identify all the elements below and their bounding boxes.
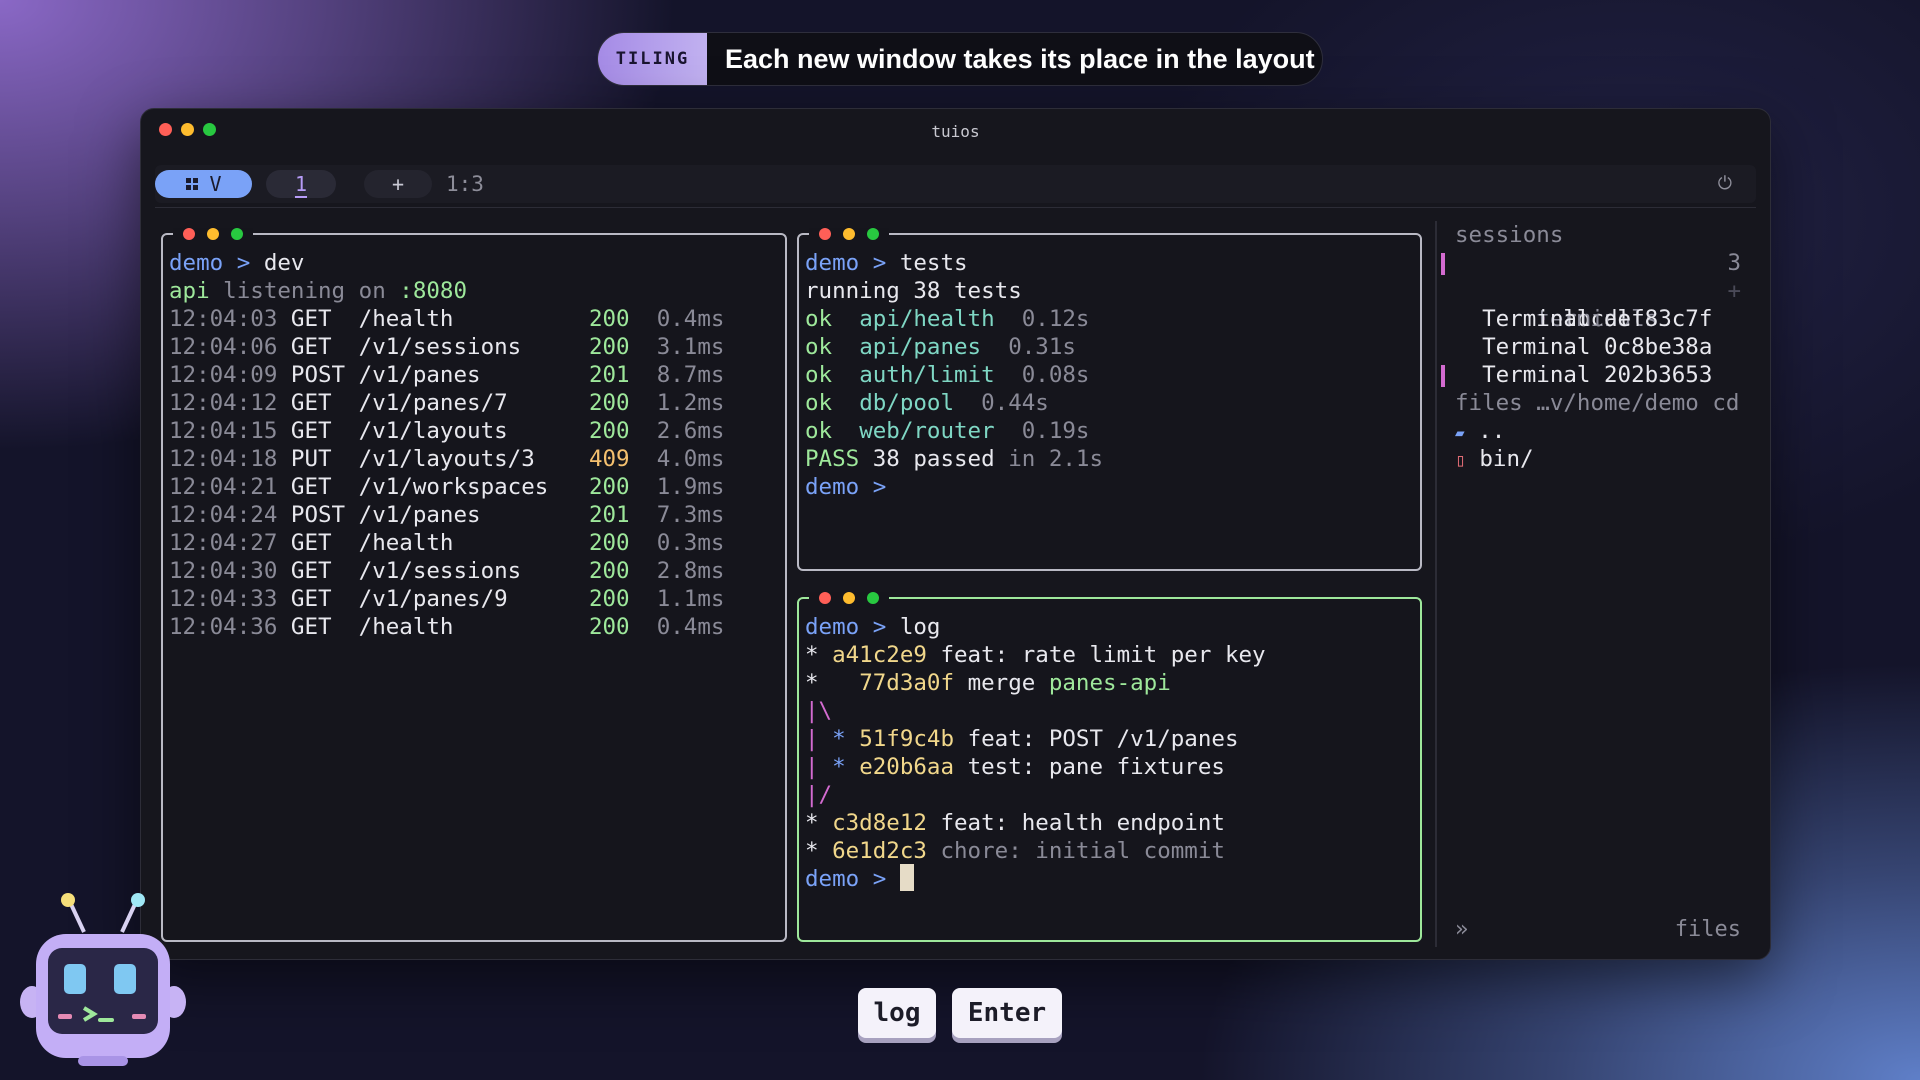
- request-log-row: 12:04:03 GET /health 200 0.4ms: [169, 306, 725, 332]
- commit-line: * c3d8e12 feat: health endpoint: [805, 810, 1225, 836]
- test-result-row: ok api/health 0.12s: [805, 306, 1090, 332]
- add-terminal-button[interactable]: +: [1727, 277, 1741, 305]
- plus-icon: +: [391, 172, 405, 196]
- commit-line: * a41c2e9 feat: rate limit per key: [805, 642, 1266, 668]
- request-log-row: 12:04:06 GET /v1/sessions 200 3.1ms: [169, 334, 725, 360]
- pane-output: demo > tests running 38 tests ok api/hea…: [805, 249, 1414, 501]
- sidebar-footer: » files: [1455, 917, 1741, 947]
- request-log-row: 12:04:30 GET /v1/sessions 200 2.8ms: [169, 558, 725, 584]
- robot-mascot-icon: [20, 893, 186, 1066]
- request-log-row: 12:04:15 GET /v1/layouts 200 2.6ms: [169, 418, 725, 444]
- file-item-bin[interactable]: ▯ bin/: [1437, 445, 1747, 473]
- banner-message: Each new window takes its place in the l…: [725, 43, 1315, 74]
- pane-header: [173, 226, 775, 242]
- terminal-window: tuios V 1 + 1:3 ⏻ demo > dev api listeni…: [140, 108, 1771, 960]
- test-result-row: ok api/panes 0.31s: [805, 334, 1076, 360]
- summary-line: PASS 38 passed in 2.1s: [805, 446, 1104, 472]
- commit-line: | * 51f9c4b feat: POST /v1/panes: [805, 726, 1239, 752]
- mode-banner: TILING Each new window takes its place i…: [597, 32, 1323, 86]
- graph-line: |\: [805, 698, 833, 724]
- prompt-line[interactable]: demo >: [805, 864, 1414, 893]
- request-log-row: 12:04:21 GET /v1/workspaces 200 1.9ms: [169, 474, 725, 500]
- pane-count: 1:3: [446, 172, 484, 196]
- test-result-row: ok db/pool 0.44s: [805, 390, 1049, 416]
- prompt-line: demo > log: [805, 614, 941, 640]
- pane-header: [809, 226, 1410, 242]
- prompt-line: demo > tests: [805, 250, 968, 276]
- listen-line: api listening on :8080: [169, 278, 468, 304]
- sidebar: sessions · local 3 terminals + Terminal …: [1435, 221, 1747, 947]
- pane-output: demo > dev api listening on :8080 12:04:…: [169, 249, 779, 641]
- files-tab[interactable]: files: [1675, 917, 1741, 947]
- request-log-row: 12:04:33 GET /v1/panes/9 200 1.1ms: [169, 586, 725, 612]
- terminal-item[interactable]: Terminal 0c8be38a: [1437, 333, 1747, 361]
- pane-minimize-dot[interactable]: [843, 592, 855, 604]
- pane-maximize-dot[interactable]: [867, 228, 879, 240]
- request-log-row: 12:04:27 GET /health 200 0.3ms: [169, 530, 725, 556]
- commit-line: * 6e1d2c3 chore: initial commit: [805, 838, 1225, 864]
- workspace-label: 1: [294, 172, 308, 196]
- pane-dev[interactable]: demo > dev api listening on :8080 12:04:…: [161, 228, 787, 942]
- files-heading: files …v/home/demo cd: [1455, 390, 1740, 416]
- pane-maximize-dot[interactable]: [231, 228, 243, 240]
- pane-close-dot[interactable]: [819, 592, 831, 604]
- grid-icon: [186, 178, 199, 190]
- running-line: running 38 tests: [805, 278, 1022, 304]
- sessions-heading: sessions: [1455, 222, 1564, 248]
- layout-mode-toggle[interactable]: V: [155, 170, 252, 198]
- files-path: …v/home/demo: [1536, 390, 1699, 416]
- folder-icon: ▰: [1455, 423, 1465, 442]
- power-icon[interactable]: ⏻: [1718, 173, 1732, 194]
- terminal-item[interactable]: Terminal def83c7f: [1437, 305, 1747, 333]
- key-log: log: [858, 988, 936, 1038]
- tab-workspace-1[interactable]: 1: [266, 170, 336, 198]
- pane-output: demo > log * a41c2e9 feat: rate limit pe…: [805, 613, 1414, 893]
- test-result-row: ok web/router 0.19s: [805, 418, 1090, 444]
- pane-log[interactable]: demo > log * a41c2e9 feat: rate limit pe…: [797, 592, 1422, 942]
- add-workspace-button[interactable]: +: [364, 170, 432, 198]
- terminals-heading: terminals +: [1536, 277, 1741, 332]
- text-cursor: [899, 864, 914, 891]
- file-item-parent[interactable]: ▰ ..: [1437, 417, 1747, 445]
- request-log-row: 12:04:24 POST /v1/panes 201 7.3ms: [169, 502, 725, 528]
- pane-close-dot[interactable]: [183, 228, 195, 240]
- tabbar-divider: [155, 207, 1756, 208]
- test-result-row: ok auth/limit 0.08s: [805, 362, 1090, 388]
- commit-line: * 77d3a0f merge panes-api: [805, 670, 1171, 696]
- mode-tag: TILING: [598, 33, 707, 85]
- pane-minimize-dot[interactable]: [843, 228, 855, 240]
- pane-header: [809, 590, 1410, 606]
- pane-maximize-dot[interactable]: [867, 592, 879, 604]
- cd-button[interactable]: cd: [1712, 390, 1739, 416]
- session-count: 3: [1727, 250, 1741, 276]
- pane-tests[interactable]: demo > tests running 38 tests ok api/hea…: [797, 228, 1422, 571]
- session-item-local[interactable]: · local 3: [1437, 249, 1747, 332]
- prompt-line: demo >: [805, 474, 887, 500]
- pane-close-dot[interactable]: [819, 228, 831, 240]
- window-title: tuios: [931, 122, 980, 141]
- graph-line: |/: [805, 782, 833, 808]
- commit-line: | * e20b6aa test: pane fixtures: [805, 754, 1225, 780]
- request-log-row: 12:04:36 GET /health 200 0.4ms: [169, 614, 725, 640]
- active-indicator: [1441, 365, 1445, 387]
- request-log-row: 12:04:09 POST /v1/panes 201 8.7ms: [169, 362, 725, 388]
- pane-minimize-dot[interactable]: [207, 228, 219, 240]
- layout-mode-label: V: [209, 172, 222, 196]
- file-icon: ▯: [1455, 450, 1466, 471]
- terminal-item-active[interactable]: Terminal 202b3653: [1437, 361, 1747, 389]
- active-indicator: [1441, 253, 1445, 275]
- request-log-row: 12:04:12 GET /v1/panes/7 200 1.2ms: [169, 390, 725, 416]
- request-log-row: 12:04:18 PUT /v1/layouts/3 409 4.0ms: [169, 446, 725, 472]
- key-enter: Enter: [952, 988, 1062, 1038]
- title-bar: tuios: [141, 109, 1770, 151]
- expand-icon[interactable]: »: [1455, 917, 1468, 947]
- tab-bar: V 1 + 1:3 ⏻: [155, 165, 1756, 203]
- prompt-line: demo > dev: [169, 250, 305, 276]
